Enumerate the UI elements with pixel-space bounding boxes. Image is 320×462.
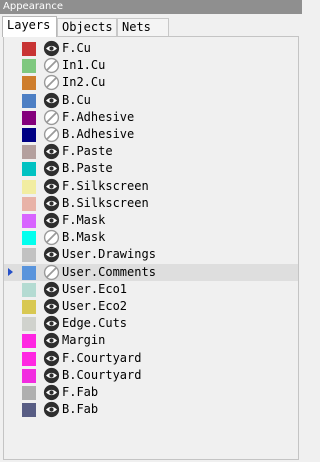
tab-bar: Layers Objects Nets bbox=[0, 14, 302, 37]
eye-icon[interactable] bbox=[43, 195, 60, 212]
layer-row[interactable]: F.Fab bbox=[4, 384, 298, 401]
layer-row[interactable]: User.Eco1 bbox=[4, 281, 298, 298]
layer-color-swatch[interactable] bbox=[22, 93, 36, 108]
layer-name: B.Mask bbox=[62, 230, 106, 245]
layer-color-swatch[interactable] bbox=[22, 248, 36, 263]
eye-hidden-icon[interactable] bbox=[43, 74, 60, 91]
layer-color-swatch[interactable] bbox=[22, 128, 36, 142]
layer-name: F.Silkscreen bbox=[62, 178, 149, 193]
layer-color-swatch[interactable] bbox=[22, 334, 36, 349]
layer-name: In1.Cu bbox=[62, 58, 106, 73]
eye-icon[interactable] bbox=[43, 384, 60, 401]
layer-row[interactable]: F.Cu bbox=[4, 40, 298, 57]
layer-color-swatch[interactable] bbox=[22, 403, 36, 418]
layer-name: User.Eco2 bbox=[62, 299, 128, 313]
layer-color-swatch[interactable] bbox=[22, 196, 36, 211]
layer-row[interactable]: Margin bbox=[4, 332, 298, 349]
eye-icon[interactable] bbox=[43, 143, 60, 160]
eye-icon[interactable] bbox=[43, 401, 60, 418]
layer-name: B.Adhesive bbox=[62, 127, 135, 141]
layer-name: F.Adhesive bbox=[62, 109, 135, 124]
eye-icon[interactable] bbox=[43, 212, 60, 229]
layer-name: Margin bbox=[62, 333, 106, 348]
layer-row[interactable]: Edge.Cuts bbox=[4, 315, 298, 332]
layer-row[interactable]: In2.Cu bbox=[4, 74, 298, 91]
layer-name: User.Eco1 bbox=[62, 281, 128, 296]
layer-name: Edge.Cuts bbox=[62, 316, 128, 331]
layer-name: B.Cu bbox=[62, 92, 91, 107]
layer-row[interactable]: B.Fab bbox=[4, 401, 298, 418]
eye-icon[interactable] bbox=[43, 40, 60, 57]
layer-name: F.Paste bbox=[62, 144, 113, 159]
layer-row[interactable]: B.Mask bbox=[4, 229, 298, 246]
eye-icon[interactable] bbox=[43, 332, 60, 349]
layer-name: B.Courtyard bbox=[62, 367, 142, 382]
layer-row[interactable]: B.Adhesive bbox=[4, 126, 298, 143]
eye-icon[interactable] bbox=[43, 315, 60, 332]
layer-color-swatch[interactable] bbox=[22, 59, 36, 74]
layer-row[interactable]: B.Courtyard bbox=[4, 367, 298, 384]
layer-row[interactable]: F.Courtyard bbox=[4, 350, 298, 367]
layer-color-swatch[interactable] bbox=[22, 162, 36, 177]
layer-name: B.Silkscreen bbox=[62, 195, 149, 210]
layer-name: B.Fab bbox=[62, 402, 99, 417]
layer-row[interactable]: In1.Cu bbox=[4, 57, 298, 74]
layer-color-swatch[interactable] bbox=[22, 179, 36, 194]
eye-icon[interactable] bbox=[43, 92, 60, 109]
layer-row[interactable]: F.Paste bbox=[4, 143, 298, 160]
eye-icon[interactable] bbox=[43, 178, 60, 195]
layer-row[interactable]: User.Comments bbox=[4, 263, 298, 281]
layer-name: B.Paste bbox=[62, 161, 113, 176]
layer-color-swatch[interactable] bbox=[22, 42, 36, 56]
layer-name: F.Cu bbox=[62, 41, 91, 55]
eye-icon[interactable] bbox=[43, 367, 60, 384]
eye-hidden-icon[interactable] bbox=[43, 229, 60, 246]
layer-row[interactable]: B.Silkscreen bbox=[4, 195, 298, 212]
layer-name: User.Comments bbox=[62, 264, 156, 279]
layer-row[interactable]: User.Drawings bbox=[4, 246, 298, 263]
layer-name: In2.Cu bbox=[62, 75, 106, 90]
layer-color-swatch[interactable] bbox=[22, 300, 36, 314]
layer-row[interactable]: B.Paste bbox=[4, 160, 298, 177]
layer-color-swatch[interactable] bbox=[22, 351, 36, 366]
layer-color-swatch[interactable] bbox=[22, 231, 36, 246]
current-layer-arrow-icon bbox=[8, 267, 13, 276]
tab-objects[interactable]: Objects bbox=[57, 18, 117, 36]
layer-name: User.Drawings bbox=[62, 247, 156, 262]
panel-title: Appearance bbox=[0, 0, 302, 14]
eye-icon[interactable] bbox=[43, 246, 60, 263]
layer-row[interactable]: F.Silkscreen bbox=[4, 178, 298, 195]
eye-hidden-icon[interactable] bbox=[43, 109, 60, 126]
layer-color-swatch[interactable] bbox=[22, 76, 36, 91]
layer-color-swatch[interactable] bbox=[22, 145, 36, 160]
layer-color-swatch[interactable] bbox=[22, 317, 36, 332]
layer-color-swatch[interactable] bbox=[22, 265, 36, 280]
layer-name: F.Fab bbox=[62, 385, 99, 399]
tab-nets[interactable]: Nets bbox=[117, 18, 169, 36]
eye-hidden-icon[interactable] bbox=[43, 264, 60, 281]
eye-hidden-icon[interactable] bbox=[43, 126, 60, 143]
layers-panel: F.Cu In1.Cu In2.Cu B.Cu F.Adhesive B.Adhesive… bbox=[3, 36, 299, 460]
layer-name: F.Courtyard bbox=[62, 350, 142, 365]
layer-color-swatch[interactable] bbox=[22, 386, 36, 400]
eye-hidden-icon[interactable] bbox=[43, 57, 60, 74]
tab-layers[interactable]: Layers bbox=[2, 16, 57, 37]
layer-row[interactable]: F.Adhesive bbox=[4, 109, 298, 126]
eye-icon[interactable] bbox=[43, 350, 60, 367]
layer-name: F.Mask bbox=[62, 213, 106, 227]
layer-row[interactable]: B.Cu bbox=[4, 92, 298, 109]
layer-color-swatch[interactable] bbox=[22, 368, 36, 383]
eye-icon[interactable] bbox=[43, 298, 60, 315]
layer-color-swatch[interactable] bbox=[22, 214, 36, 228]
layer-color-swatch[interactable] bbox=[22, 282, 36, 297]
layer-row[interactable]: F.Mask bbox=[4, 212, 298, 229]
eye-icon[interactable] bbox=[43, 281, 60, 298]
layer-row[interactable]: User.Eco2 bbox=[4, 298, 298, 315]
eye-icon[interactable] bbox=[43, 160, 60, 177]
layer-color-swatch[interactable] bbox=[22, 110, 36, 125]
